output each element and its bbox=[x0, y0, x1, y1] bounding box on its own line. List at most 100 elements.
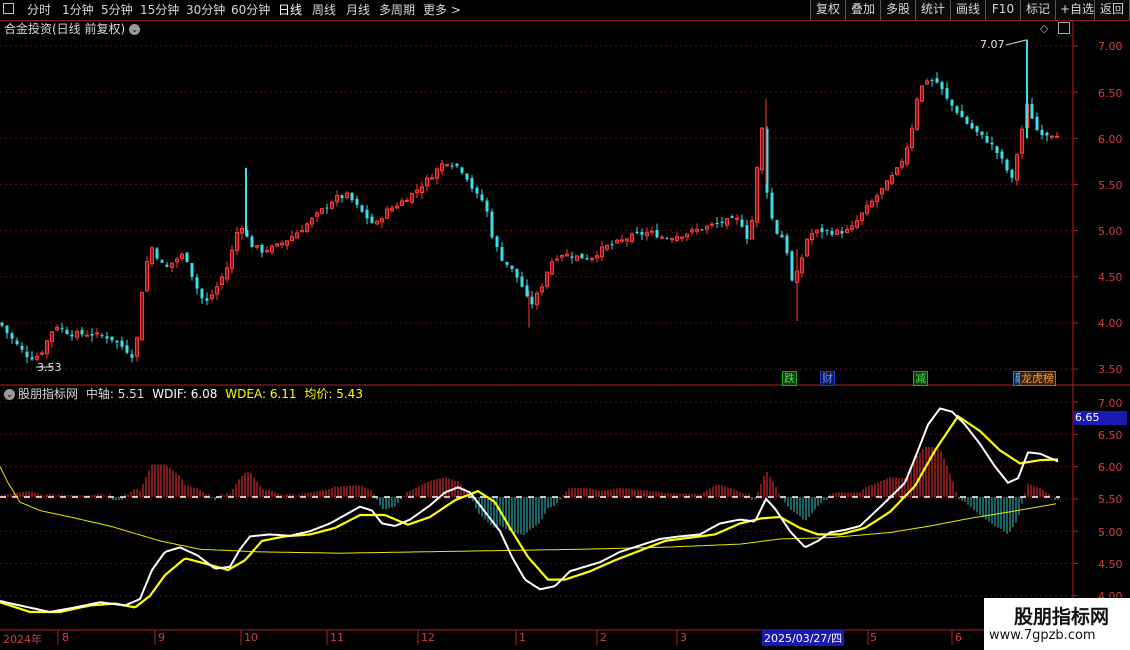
candle-body-down bbox=[360, 205, 364, 212]
candle-body-down bbox=[995, 146, 999, 153]
stock-title: 合金投资(日线 前复权) bbox=[4, 22, 126, 36]
ind-tick: 4.50 bbox=[1098, 558, 1123, 571]
diamond-icon[interactable]: ◇ bbox=[1040, 22, 1048, 36]
candle-body-down bbox=[700, 229, 704, 231]
event-marker-cai[interactable]: 财 bbox=[820, 371, 835, 386]
candle-body-down bbox=[195, 277, 199, 289]
candle-body-down bbox=[125, 345, 129, 353]
candle-body-down bbox=[1035, 116, 1039, 131]
candle-body-down bbox=[530, 296, 534, 305]
candle-body-down bbox=[370, 216, 374, 224]
candle-body-down bbox=[960, 111, 964, 118]
candle-body-down bbox=[0, 322, 4, 326]
high-price-label: 7.07 bbox=[980, 38, 1005, 51]
indicator-title: ⌄ 股朋指标网 中轴: 5.51 WDIF: 6.08 WDEA: 6.11 均价… bbox=[4, 387, 363, 401]
candle-body-down bbox=[570, 256, 574, 258]
wdif-line bbox=[0, 407, 1059, 614]
candle-body-down bbox=[70, 334, 74, 337]
panel-toggle-icon[interactable] bbox=[1058, 22, 1070, 34]
candle-body-down bbox=[580, 253, 584, 259]
chevron-down-icon[interactable]: ⌄ bbox=[129, 24, 141, 35]
candle-body-up bbox=[710, 223, 714, 226]
candle-body-down bbox=[80, 329, 84, 335]
candle-body-down bbox=[945, 88, 949, 99]
candle-body-down bbox=[610, 244, 614, 246]
ind-tick: 5.00 bbox=[1098, 526, 1123, 539]
candle-body-down bbox=[520, 276, 524, 287]
current-value-tag: 6.65 bbox=[1073, 411, 1127, 425]
candle-body-up bbox=[650, 230, 654, 233]
candle-body-down bbox=[5, 325, 9, 333]
candle-body-down bbox=[770, 192, 774, 219]
candle-body-down bbox=[950, 99, 954, 106]
date-tick: 5 bbox=[870, 631, 877, 644]
candle-body-down bbox=[515, 268, 519, 278]
date-tick: 6 bbox=[955, 631, 962, 644]
candle-body-down bbox=[980, 131, 984, 135]
candle-body-up bbox=[265, 250, 269, 253]
wdea-value: WDEA: 6.11 bbox=[225, 387, 297, 401]
date-tick: 2 bbox=[600, 631, 607, 644]
candle-body-down bbox=[465, 173, 469, 180]
price-tick: 6.00 bbox=[1098, 133, 1123, 146]
candle-body-down bbox=[840, 231, 844, 234]
chevron-down-icon[interactable]: ⌄ bbox=[4, 389, 15, 400]
candle-body-down bbox=[260, 244, 264, 253]
event-marker-jian[interactable]: 减 bbox=[913, 371, 928, 386]
event-marker-die[interactable]: 跌 bbox=[782, 371, 797, 386]
candle-body-down bbox=[820, 228, 824, 233]
candle-body-down bbox=[1040, 129, 1044, 136]
date-tick: 3 bbox=[680, 631, 687, 644]
candle-body-up bbox=[735, 217, 739, 220]
candle-body-down bbox=[1045, 132, 1049, 136]
candle-body-down bbox=[480, 194, 484, 201]
candle-body-down bbox=[455, 163, 459, 166]
price-tick: 4.00 bbox=[1098, 317, 1123, 330]
watermark-box: 股朋指标网 www.7gpzb.com bbox=[984, 598, 1130, 650]
candle-body-down bbox=[935, 78, 939, 83]
price-tick: 5.50 bbox=[1098, 179, 1123, 192]
date-tick: 11 bbox=[330, 631, 344, 644]
candle-body-down bbox=[1010, 169, 1014, 178]
candle-body-down bbox=[500, 247, 504, 261]
candle-body-down bbox=[510, 265, 514, 270]
candle-body-down bbox=[665, 238, 669, 240]
date-tick: 10 bbox=[244, 631, 258, 644]
candle-body-down bbox=[1005, 159, 1009, 171]
candle-body-down bbox=[460, 167, 464, 173]
candle-body-down bbox=[955, 106, 959, 113]
candle-body-down bbox=[155, 248, 159, 259]
candle-body-down bbox=[720, 221, 724, 223]
candle-body-down bbox=[990, 142, 994, 145]
candle-body-up bbox=[660, 236, 664, 239]
candle-body-down bbox=[655, 230, 659, 238]
candle-body-down bbox=[450, 165, 454, 167]
candle-body-down bbox=[825, 230, 829, 232]
candle-body-down bbox=[585, 258, 589, 260]
high-arrow bbox=[1005, 39, 1027, 46]
candle-body-down bbox=[20, 345, 24, 350]
candle-body-down bbox=[25, 351, 29, 357]
candle-body-down bbox=[485, 200, 489, 212]
candle-body-down bbox=[965, 116, 969, 124]
ind-tick: 5.50 bbox=[1098, 493, 1123, 506]
event-marker-longhubang[interactable]: 龙虎榜 bbox=[1019, 371, 1056, 386]
candle-body-down bbox=[780, 234, 784, 238]
candle-body-down bbox=[740, 219, 744, 227]
candle-body-up bbox=[1050, 135, 1054, 138]
candle-body-down bbox=[930, 79, 934, 81]
candle-body-down bbox=[110, 336, 114, 341]
candle-body-down bbox=[90, 334, 94, 336]
chart-canvas bbox=[0, 20, 1130, 645]
candle-body-down bbox=[120, 340, 124, 347]
candle-body-down bbox=[115, 340, 119, 343]
candle-body-down bbox=[1030, 104, 1034, 119]
candle-body-down bbox=[475, 187, 479, 194]
price-tick: 6.50 bbox=[1098, 87, 1123, 100]
ind-tick: 6.50 bbox=[1098, 429, 1123, 442]
zhongzhou-value: 中轴: 5.51 bbox=[85, 387, 145, 401]
candle-body-down bbox=[985, 136, 989, 143]
candle-body-up bbox=[555, 258, 559, 261]
candle-body-down bbox=[1000, 151, 1004, 159]
date-tick: 1 bbox=[519, 631, 526, 644]
